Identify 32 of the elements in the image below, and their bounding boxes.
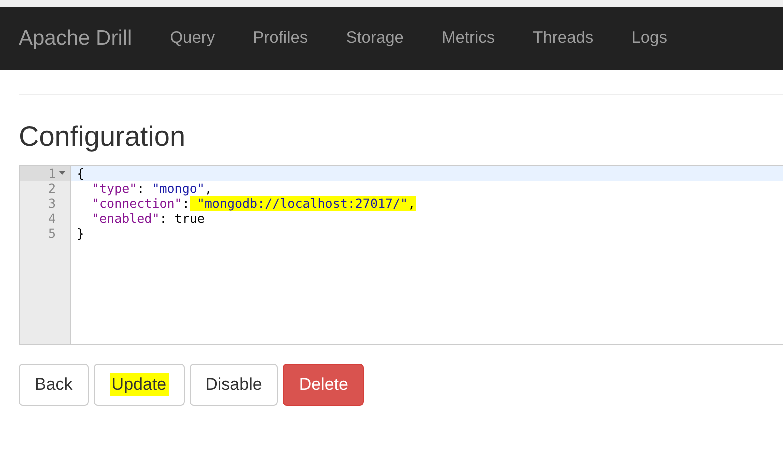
action-button[interactable]: Disable	[190, 364, 278, 406]
code-token: {	[77, 166, 85, 181]
code-editor[interactable]: 1 2 3 4 5 { "type": "mongo", "connection": "mongodb://localhost:27017/", "enabled": true }	[19, 165, 783, 345]
nav-link[interactable]: Metrics	[442, 29, 496, 48]
action-button[interactable]: Back	[19, 364, 89, 406]
code-token: "enabled"	[92, 211, 160, 226]
code-token: :	[160, 211, 168, 226]
nav-link[interactable]: Query	[170, 29, 216, 48]
fold-icon[interactable]	[59, 171, 66, 176]
brand-link[interactable]: Apache Drill	[19, 26, 132, 50]
code-token: "mongo"	[152, 181, 205, 196]
code-token: true	[174, 211, 205, 226]
code-token: :	[182, 196, 190, 211]
action-button[interactable]: Update	[94, 364, 185, 406]
nav-link[interactable]: Threads	[533, 29, 594, 48]
line-number: 1	[20, 166, 70, 181]
code-token: }	[77, 226, 85, 241]
nav-link[interactable]: Profiles	[253, 29, 308, 48]
nav-link[interactable]: Storage	[346, 29, 404, 48]
code-token: "type"	[92, 181, 138, 196]
line-number: 4	[47, 211, 57, 226]
code-token: "connection"	[92, 196, 182, 211]
code-token: ,	[204, 181, 212, 196]
nav-link[interactable]: Logs	[632, 29, 668, 48]
line-number: 3	[47, 196, 57, 211]
line-number: 2	[47, 181, 57, 196]
code-token: :	[137, 181, 146, 196]
delete-button[interactable]: Delete	[283, 364, 364, 406]
line-number: 5	[47, 226, 57, 241]
code-token: "mongodb://localhost:27017/"	[190, 196, 408, 211]
code-token: ,	[408, 196, 416, 211]
page-heading: Configuration	[19, 121, 187, 153]
